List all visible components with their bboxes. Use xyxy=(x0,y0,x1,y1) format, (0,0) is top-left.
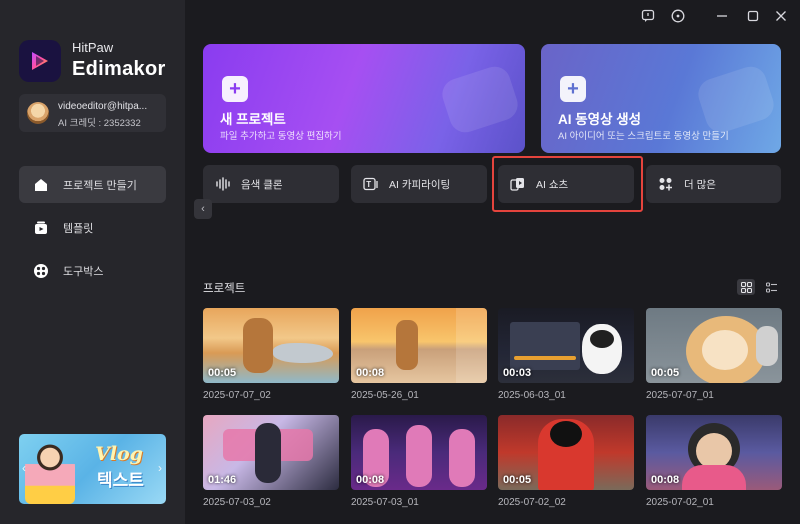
project-name: 2025-07-07_02 xyxy=(203,390,271,401)
projects-title: 프로젝트 xyxy=(203,283,246,295)
project-card[interactable]: 00:08 2025-05-26_01 xyxy=(351,308,487,401)
card-subtitle: 파일 추가하고 동영상 편집하기 xyxy=(220,131,342,142)
project-card[interactable]: 00:05 2025-07-07_02 xyxy=(203,308,339,401)
app-name: HitPaw xyxy=(72,40,114,55)
duration-label: 00:08 xyxy=(651,474,680,486)
project-card[interactable]: 01:46 2025-07-03_02 xyxy=(203,415,339,508)
project-name: 2025-06-03_01 xyxy=(498,390,566,401)
list-view-icon[interactable] xyxy=(762,279,780,295)
feedback-icon[interactable] xyxy=(640,8,656,24)
sidebar-item-label: 프로젝트 만들기 xyxy=(63,179,137,192)
card-subtitle: AI 아이디어 또는 스크립트로 동영상 만들기 xyxy=(558,131,729,142)
duration-label: 00:05 xyxy=(503,474,532,486)
avatar xyxy=(27,102,49,124)
project-thumbnail[interactable]: 00:05 xyxy=(646,308,782,383)
promo-banner[interactable]: ‹ Vlog 텍스트 › xyxy=(19,434,166,504)
project-thumbnail[interactable]: 00:05 xyxy=(203,308,339,383)
grid-view-icon[interactable] xyxy=(737,279,755,295)
more-apps-icon xyxy=(658,176,674,192)
close-icon[interactable] xyxy=(773,8,789,24)
project-name: 2025-07-03_01 xyxy=(351,497,419,508)
project-card[interactable]: 00:05 2025-07-07_01 xyxy=(646,308,782,401)
project-thumbnail[interactable]: 00:08 xyxy=(351,415,487,490)
duration-label: 00:03 xyxy=(503,367,532,379)
sidebar-item-create-project[interactable]: 프로젝트 만들기 xyxy=(19,166,166,203)
sidebar-item-label: 템플릿 xyxy=(63,222,94,235)
project-name: 2025-07-03_02 xyxy=(203,497,271,508)
duration-label: 00:08 xyxy=(356,367,385,379)
ai-copywriting-button[interactable]: T AI 카피라이팅 xyxy=(351,165,487,203)
project-thumbnail[interactable]: 00:08 xyxy=(351,308,487,383)
app-name-main: Edimakor xyxy=(72,58,166,80)
card-decoration xyxy=(438,62,522,137)
more-tools-button[interactable]: 더 많은 xyxy=(646,165,781,203)
project-name: 2025-07-02_01 xyxy=(646,497,714,508)
sidebar-item-templates[interactable]: 템플릿 xyxy=(19,209,166,246)
duration-label: 00:05 xyxy=(208,367,237,379)
user-email: videoeditor@hitpa... xyxy=(58,101,148,112)
project-name: 2025-07-02_02 xyxy=(498,497,566,508)
maximize-icon[interactable] xyxy=(745,8,761,24)
project-name: 2025-07-07_01 xyxy=(646,390,714,401)
house-icon xyxy=(31,175,51,195)
sidebar-item-toolbox[interactable]: 도구박스 xyxy=(19,252,166,289)
project-thumbnail[interactable]: 00:03 xyxy=(498,308,634,383)
plus-icon: + xyxy=(222,76,248,102)
app-logo-icon xyxy=(19,40,61,82)
project-card[interactable]: 00:05 2025-07-02_02 xyxy=(498,415,634,508)
minimize-icon[interactable] xyxy=(714,8,730,24)
sidebar-item-label: 도구박스 xyxy=(63,265,104,278)
ai-copywriting-icon: T xyxy=(363,176,379,192)
selection-highlight xyxy=(492,156,643,212)
plus-icon: + xyxy=(560,76,586,102)
svg-text:T: T xyxy=(366,180,371,189)
info-icon[interactable] xyxy=(670,8,686,24)
duration-label: 01:46 xyxy=(208,474,237,486)
project-card[interactable]: 00:03 2025-06-03_01 xyxy=(498,308,634,401)
collapse-sidebar-icon[interactable]: ‹ xyxy=(194,199,212,219)
project-name: 2025-05-26_01 xyxy=(351,390,419,401)
banner-next-icon[interactable]: › xyxy=(158,461,162,475)
feature-label: 음색 클론 xyxy=(241,178,283,191)
waveform-icon xyxy=(215,176,231,192)
banner-vlog-text: Vlog xyxy=(95,443,143,465)
project-card[interactable]: 00:08 2025-07-03_01 xyxy=(351,415,487,508)
project-card[interactable]: 00:08 2025-07-02_01 xyxy=(646,415,782,508)
user-account[interactable]: videoeditor@hitpa... AI 크레딧 : 2352332 xyxy=(19,94,166,132)
project-thumbnail[interactable]: 01:46 xyxy=(203,415,339,490)
toolbox-icon xyxy=(31,261,51,281)
card-title: AI 동영상 생성 xyxy=(558,112,642,127)
new-project-card[interactable]: + 새 프로젝트 파일 추가하고 동영상 편집하기 xyxy=(203,44,525,153)
template-icon xyxy=(31,218,51,238)
sidebar: HitPaw Edimakor videoeditor@hitpa... AI … xyxy=(0,0,185,524)
ai-credit: AI 크레딧 : 2352332 xyxy=(58,118,141,129)
feature-label: 더 많은 xyxy=(684,178,716,191)
project-thumbnail[interactable]: 00:08 xyxy=(646,415,782,490)
voice-clone-button[interactable]: 음색 클론 xyxy=(203,165,339,203)
feature-label: AI 카피라이팅 xyxy=(389,178,451,191)
banner-illustration xyxy=(25,442,75,504)
banner-prev-icon[interactable]: ‹ xyxy=(22,461,26,475)
project-thumbnail[interactable]: 00:05 xyxy=(498,415,634,490)
ai-video-card[interactable]: + AI 동영상 생성 AI 아이디어 또는 스크립트로 동영상 만들기 xyxy=(541,44,781,153)
card-decoration xyxy=(694,62,778,137)
card-title: 새 프로젝트 xyxy=(220,112,286,127)
banner-caption: 텍스트 xyxy=(97,471,144,490)
duration-label: 00:08 xyxy=(356,474,385,486)
duration-label: 00:05 xyxy=(651,367,680,379)
